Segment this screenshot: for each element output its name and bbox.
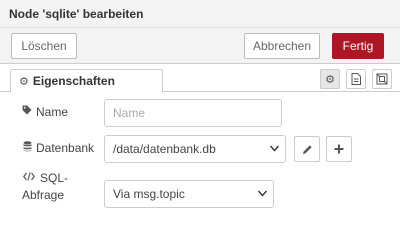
done-button[interactable]: Fertig — [332, 33, 384, 59]
description-icon — [351, 73, 361, 85]
sql-query-row: SQL- Abfrage Via msg.topic — [0, 171, 400, 213]
add-database-button[interactable] — [326, 136, 352, 162]
dialog-title: Node 'sqlite' bearbeiten — [9, 6, 144, 21]
name-placeholder: Name — [113, 106, 146, 120]
tab-properties-label: Eigenschaften — [32, 74, 115, 88]
code-icon — [22, 172, 36, 184]
properties-tab-button[interactable]: ⚙ — [320, 69, 340, 89]
description-tab-button[interactable] — [346, 69, 366, 89]
sql-query-select[interactable]: Via msg.topic — [104, 180, 274, 208]
database-row: Datenbank /data/datenbank.db — [0, 133, 400, 165]
pencil-icon — [302, 144, 312, 154]
sql-query-label: SQL- Abfrage — [22, 171, 69, 202]
gear-icon: ⚙ — [19, 75, 29, 88]
edit-database-button[interactable] — [294, 136, 320, 162]
name-label: Name — [22, 105, 68, 119]
chevron-down-icon — [257, 189, 268, 200]
plus-icon — [334, 144, 344, 154]
database-icon — [22, 141, 32, 155]
gear-icon: ⚙ — [325, 73, 335, 86]
tag-icon — [22, 105, 32, 118]
name-row: Name Name — [0, 97, 400, 129]
dialog-toolbar: Löschen Abbrechen Fertig — [0, 28, 400, 64]
database-label: Datenbank — [22, 141, 94, 155]
delete-button[interactable]: Löschen — [11, 33, 77, 59]
chevron-down-icon — [269, 144, 280, 155]
database-select[interactable]: /data/datenbank.db — [104, 135, 286, 163]
appearance-icon — [376, 73, 388, 85]
tab-properties[interactable]: ⚙ Eigenschaften — [10, 69, 163, 93]
name-input[interactable]: Name — [104, 99, 282, 127]
cancel-button[interactable]: Abbrechen — [244, 33, 320, 59]
appearance-tab-button[interactable] — [372, 69, 392, 89]
tab-bar: ⚙ Eigenschaften ⚙ — [0, 64, 400, 93]
dialog-title-bar: Node 'sqlite' bearbeiten — [0, 0, 400, 28]
database-value: /data/datenbank.db — [113, 142, 216, 156]
sql-query-value: Via msg.topic — [113, 187, 185, 201]
